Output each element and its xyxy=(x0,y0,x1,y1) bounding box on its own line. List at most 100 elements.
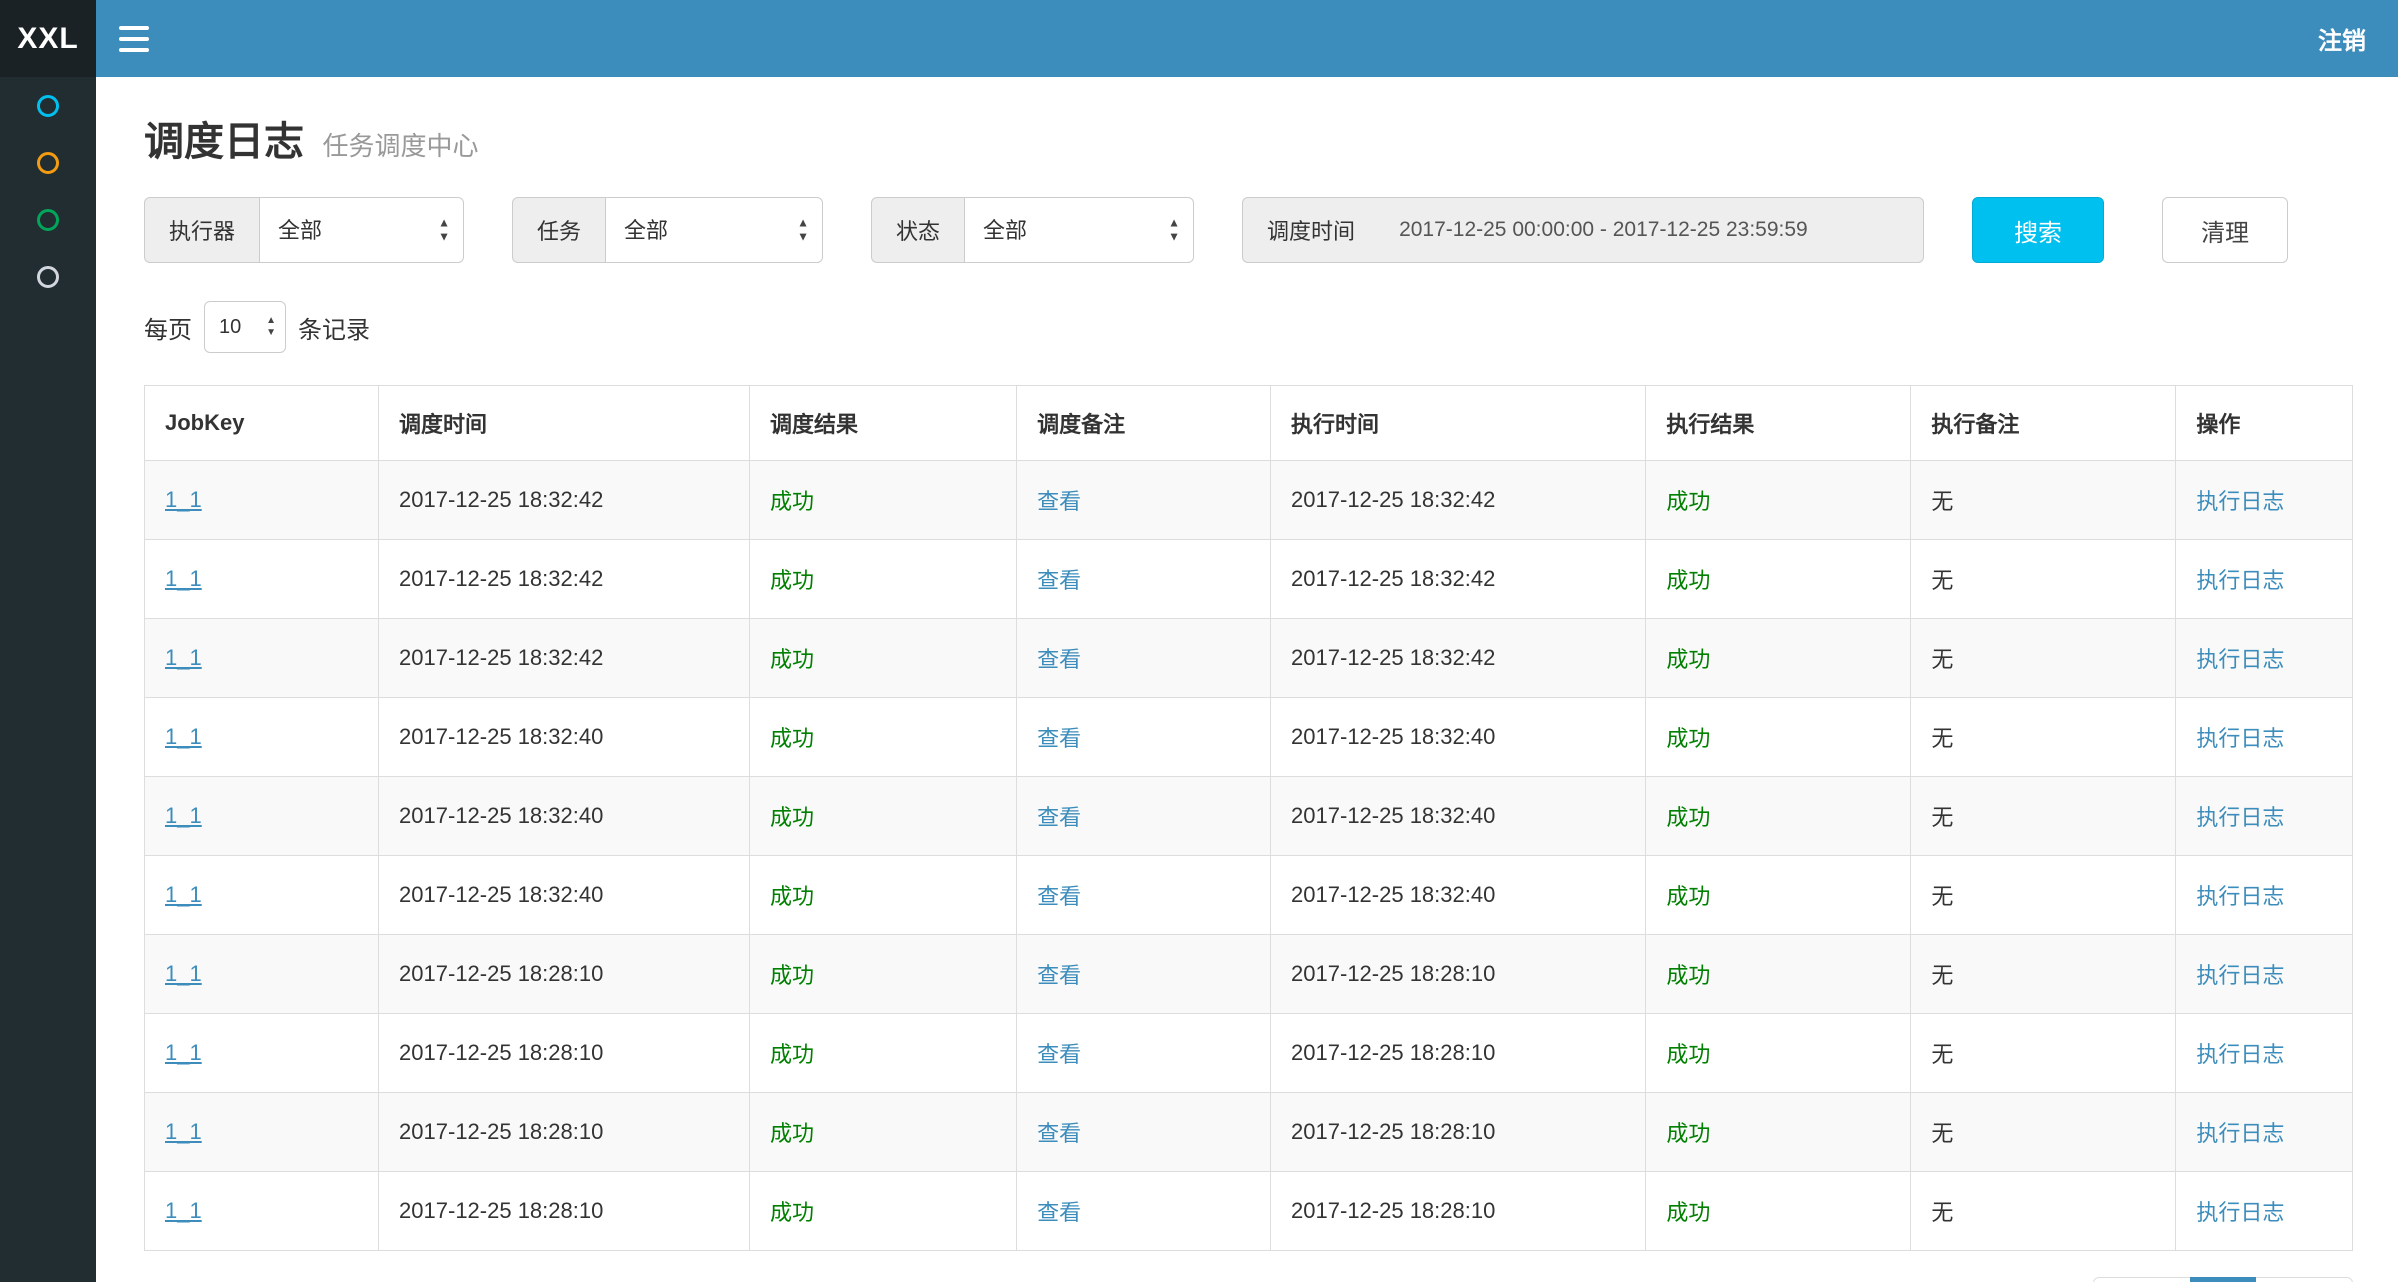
handle-msg-cell: 无 xyxy=(1911,619,2176,698)
jobkey-link[interactable]: 1_1 xyxy=(165,487,202,512)
trigger-msg-link[interactable]: 查看 xyxy=(1037,489,1081,514)
table-row: 1_12017-12-25 18:28:10成功查看2017-12-25 18:… xyxy=(145,1093,2353,1172)
trigger-msg-link[interactable]: 查看 xyxy=(1037,726,1081,751)
action-cell: 执行日志 xyxy=(2176,1014,2353,1093)
trigger-msg-link[interactable]: 查看 xyxy=(1037,884,1081,909)
handle-result-cell: 成功 xyxy=(1646,1093,1911,1172)
jobkey-link[interactable]: 1_1 xyxy=(165,724,202,749)
trigger-result: 成功 xyxy=(770,884,814,909)
jobkey-link[interactable]: 1_1 xyxy=(165,1198,202,1223)
handle-msg: 无 xyxy=(1931,1042,1953,1067)
exec-log-link[interactable]: 执行日志 xyxy=(2196,726,2284,751)
logout-link[interactable]: 注销 xyxy=(2318,21,2366,56)
trigger-time-cell: 2017-12-25 18:28:10 xyxy=(379,935,750,1014)
handle-time: 2017-12-25 18:32:40 xyxy=(1291,882,1495,907)
search-button[interactable]: 搜索 xyxy=(1972,197,2104,263)
sidebar-toggle-icon[interactable] xyxy=(96,0,172,77)
col-header-trigger-result: 调度结果 xyxy=(749,386,1016,461)
jobkey-link[interactable]: 1_1 xyxy=(165,803,202,828)
action-cell: 执行日志 xyxy=(2176,1172,2353,1251)
log-table-body: 1_12017-12-25 18:32:42成功查看2017-12-25 18:… xyxy=(145,461,2353,1251)
trigger-result-cell: 成功 xyxy=(749,1093,1016,1172)
page-size-select[interactable]: 10 xyxy=(204,301,286,353)
page-header: 调度日志 任务调度中心 xyxy=(144,109,2353,167)
trigger-msg-cell: 查看 xyxy=(1017,540,1271,619)
handle-msg: 无 xyxy=(1931,489,1953,514)
sidebar-item-4[interactable] xyxy=(0,248,96,305)
trigger-time: 2017-12-25 18:28:10 xyxy=(399,961,603,986)
jobkey-link[interactable]: 1_1 xyxy=(165,645,202,670)
trigger-msg-link[interactable]: 查看 xyxy=(1037,1200,1081,1225)
exec-log-link[interactable]: 执行日志 xyxy=(2196,805,2284,830)
handle-time: 2017-12-25 18:32:42 xyxy=(1291,566,1495,591)
action-cell: 执行日志 xyxy=(2176,777,2353,856)
sidebar-item-3[interactable] xyxy=(0,191,96,248)
page-1-button[interactable]: 1 xyxy=(2190,1277,2256,1282)
executor-filter-select[interactable]: 全部 xyxy=(259,197,464,263)
exec-log-link[interactable]: 执行日志 xyxy=(2196,1121,2284,1146)
trigger-result: 成功 xyxy=(770,1200,814,1225)
table-footer: 第 1 页 ( 总共 1 页， 10 条记录 ) 上页 1 下页 xyxy=(144,1277,2353,1282)
trigger-time-range-input[interactable] xyxy=(1379,197,1924,263)
sidebar-item-2[interactable] xyxy=(0,134,96,191)
exec-log-link[interactable]: 执行日志 xyxy=(2196,1200,2284,1225)
trigger-time: 2017-12-25 18:32:40 xyxy=(399,803,603,828)
trigger-time-cell: 2017-12-25 18:28:10 xyxy=(379,1014,750,1093)
trigger-msg-link[interactable]: 查看 xyxy=(1037,647,1081,672)
app-logo[interactable]: XXL xyxy=(0,0,96,77)
exec-log-link[interactable]: 执行日志 xyxy=(2196,489,2284,514)
jobkey-cell: 1_1 xyxy=(145,856,379,935)
col-header-trigger-msg: 调度备注 xyxy=(1017,386,1271,461)
sidebar-item-1[interactable] xyxy=(0,77,96,134)
clear-button[interactable]: 清理 xyxy=(2162,197,2288,263)
trigger-time: 2017-12-25 18:32:42 xyxy=(399,645,603,670)
trigger-result: 成功 xyxy=(770,805,814,830)
job-filter-select[interactable]: 全部 xyxy=(605,197,823,263)
table-row: 1_12017-12-25 18:28:10成功查看2017-12-25 18:… xyxy=(145,1172,2353,1251)
trigger-msg-link[interactable]: 查看 xyxy=(1037,1042,1081,1067)
trigger-msg-cell: 查看 xyxy=(1017,461,1271,540)
handle-time-cell: 2017-12-25 18:32:40 xyxy=(1271,698,1646,777)
handle-time: 2017-12-25 18:28:10 xyxy=(1291,961,1495,986)
jobkey-link[interactable]: 1_1 xyxy=(165,1040,202,1065)
trigger-time-cell: 2017-12-25 18:28:10 xyxy=(379,1093,750,1172)
handle-result-cell: 成功 xyxy=(1646,856,1911,935)
prev-page-button[interactable]: 上页 xyxy=(2093,1277,2191,1282)
exec-log-link[interactable]: 执行日志 xyxy=(2196,647,2284,672)
handle-time: 2017-12-25 18:32:42 xyxy=(1291,645,1495,670)
exec-log-link[interactable]: 执行日志 xyxy=(2196,568,2284,593)
trigger-time-cell: 2017-12-25 18:32:40 xyxy=(379,777,750,856)
jobkey-link[interactable]: 1_1 xyxy=(165,1119,202,1144)
jobkey-cell: 1_1 xyxy=(145,540,379,619)
page-size-prefix-label: 每页 xyxy=(144,310,192,345)
filter-toolbar: 执行器 全部 任务 全部 状态 全部 xyxy=(144,197,2353,263)
jobkey-cell: 1_1 xyxy=(145,1093,379,1172)
table-row: 1_12017-12-25 18:32:42成功查看2017-12-25 18:… xyxy=(145,540,2353,619)
exec-log-link[interactable]: 执行日志 xyxy=(2196,963,2284,988)
next-page-button[interactable]: 下页 xyxy=(2255,1277,2353,1282)
exec-log-link[interactable]: 执行日志 xyxy=(2196,884,2284,909)
table-row: 1_12017-12-25 18:32:40成功查看2017-12-25 18:… xyxy=(145,698,2353,777)
jobkey-link[interactable]: 1_1 xyxy=(165,882,202,907)
handle-time: 2017-12-25 18:28:10 xyxy=(1291,1119,1495,1144)
trigger-result-cell: 成功 xyxy=(749,540,1016,619)
trigger-msg-cell: 查看 xyxy=(1017,698,1271,777)
trigger-msg-link[interactable]: 查看 xyxy=(1037,568,1081,593)
handle-time-cell: 2017-12-25 18:28:10 xyxy=(1271,1014,1646,1093)
executor-filter-group: 执行器 全部 xyxy=(144,197,464,263)
status-filter-select[interactable]: 全部 xyxy=(964,197,1194,263)
exec-log-link[interactable]: 执行日志 xyxy=(2196,1042,2284,1067)
handle-msg: 无 xyxy=(1931,726,1953,751)
handle-time-cell: 2017-12-25 18:32:40 xyxy=(1271,777,1646,856)
trigger-msg-link[interactable]: 查看 xyxy=(1037,805,1081,830)
trigger-msg-link[interactable]: 查看 xyxy=(1037,963,1081,988)
action-cell: 执行日志 xyxy=(2176,935,2353,1014)
jobkey-link[interactable]: 1_1 xyxy=(165,961,202,986)
handle-time: 2017-12-25 18:32:42 xyxy=(1291,487,1495,512)
table-row: 1_12017-12-25 18:28:10成功查看2017-12-25 18:… xyxy=(145,1014,2353,1093)
handle-result: 成功 xyxy=(1666,726,1710,751)
trigger-msg-link[interactable]: 查看 xyxy=(1037,1121,1081,1146)
handle-msg: 无 xyxy=(1931,963,1953,988)
handle-msg-cell: 无 xyxy=(1911,1093,2176,1172)
jobkey-link[interactable]: 1_1 xyxy=(165,566,202,591)
